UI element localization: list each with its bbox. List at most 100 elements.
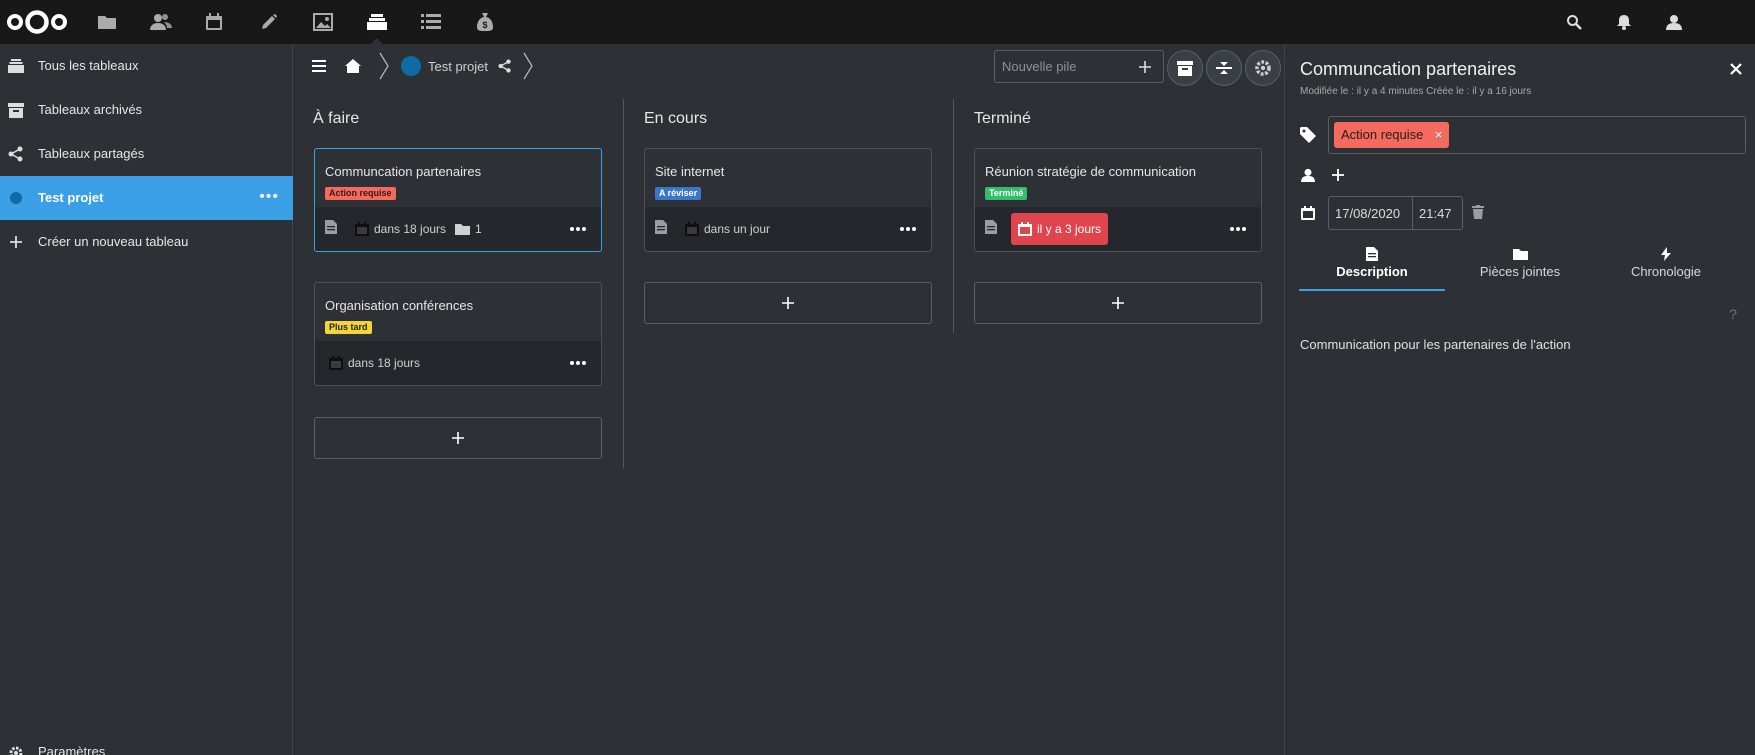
close-icon[interactable] [1725, 58, 1747, 80]
card-more-options-icon[interactable] [569, 220, 587, 238]
gear-icon [7, 744, 25, 755]
nav-item-label: Tableaux archivés [38, 102, 143, 117]
card-detail-title[interactable]: Communcation partenaires [1300, 59, 1516, 80]
card-label: Terminé [985, 187, 1028, 200]
due-date: dans un jour [685, 222, 770, 236]
board-settings-button[interactable] [1245, 50, 1281, 86]
breadcrumb-board-title[interactable]: Test projet [428, 59, 488, 74]
user-menu-icon[interactable] [1660, 8, 1688, 36]
add-assignee-plus-icon[interactable] [1328, 165, 1348, 185]
tab-attachments[interactable]: Pièces jointes [1447, 246, 1593, 284]
due-date-text: dans 18 jours [374, 222, 447, 236]
files-icon[interactable] [93, 8, 121, 36]
calendar-icon[interactable] [200, 8, 228, 36]
nav-item-create-board[interactable]: Créer un nouveau tableau [0, 220, 293, 264]
tab-description[interactable]: Description [1299, 246, 1445, 291]
stack-title[interactable]: Terminé [974, 110, 1031, 128]
card-more-options-icon[interactable] [1229, 220, 1247, 238]
new-stack-field [994, 50, 1164, 83]
description-icon [655, 220, 667, 234]
archive-icon [1177, 60, 1193, 76]
tab-timeline[interactable]: Chronologie [1593, 246, 1739, 284]
tags-select[interactable]: Action requise × [1328, 116, 1746, 154]
due-date-text: dans un jour [704, 222, 771, 236]
calendar-icon [685, 222, 699, 236]
add-stack-plus-icon[interactable] [1135, 57, 1155, 77]
left-navigation: Tous les tableaux Tableaux archivés Tabl… [0, 44, 293, 755]
money-icon[interactable]: $ [471, 8, 499, 36]
due-time-input[interactable] [1413, 196, 1463, 230]
card-organisation-conferences[interactable]: Organisation conférences Plus tard dans … [314, 282, 602, 386]
nav-settings[interactable]: Paramètres [0, 740, 293, 755]
card-reunion-strategie[interactable]: Réunion stratégie de communication Termi… [974, 148, 1262, 252]
card-footer: il y a 3 jours [975, 207, 1261, 251]
tab-label: Description [1336, 264, 1408, 279]
nav-item-label: Créer un nouveau tableau [38, 234, 189, 249]
card-more-options-icon[interactable] [569, 354, 587, 372]
svg-text:$: $ [482, 20, 487, 30]
deck-icon[interactable] [363, 8, 391, 44]
nav-item-all-boards[interactable]: Tous les tableaux [0, 44, 293, 88]
notifications-bell-icon[interactable] [1610, 8, 1638, 36]
archive-icon [7, 101, 25, 119]
trash-icon[interactable] [1468, 202, 1488, 222]
calendar-icon [1018, 222, 1032, 236]
breadcrumb-separator-icon [520, 50, 536, 82]
plus-icon [7, 233, 25, 251]
stack-title[interactable]: À faire [313, 110, 359, 128]
card-footer: dans 18 jours [315, 341, 601, 385]
add-card-button[interactable] [314, 417, 602, 459]
nav-item-test-projet[interactable]: Test projet ••• [0, 176, 293, 220]
add-card-button[interactable] [974, 282, 1262, 324]
new-stack-input[interactable] [995, 51, 1125, 82]
card-more-options-icon[interactable] [899, 220, 917, 238]
plus-icon [781, 296, 795, 310]
card-details-sidebar: Communcation partenaires Modifiée le : i… [1284, 44, 1755, 755]
markdown-help-icon[interactable]: ? [1729, 306, 1737, 322]
settings-label: Paramètres [38, 744, 106, 755]
overdue-due-date-badge: il y a 3 jours [1011, 213, 1109, 245]
contacts-icon[interactable] [147, 8, 175, 36]
card-communcation-partenaires[interactable]: Communcation partenaires Action requise … [314, 148, 602, 252]
archive-button[interactable] [1167, 50, 1203, 86]
hamburger-menu-icon[interactable] [308, 55, 330, 77]
due-date-input[interactable] [1328, 196, 1413, 230]
tab-label: Pièces jointes [1479, 264, 1561, 279]
card-title: Organisation conférences [325, 298, 474, 313]
nav-item-label: Test projet [38, 190, 104, 205]
calendar-icon [329, 356, 343, 370]
board-toolbar: Test projet [294, 44, 1284, 88]
home-icon[interactable] [342, 55, 364, 77]
card-detail-timestamps: Modifiée le : il y a 4 minutes Créée le … [1300, 86, 1532, 97]
nextcloud-logo-icon[interactable] [6, 6, 68, 38]
card-title: Site internet [655, 164, 725, 179]
nav-item-shared-boards[interactable]: Tableaux partagés [0, 132, 293, 176]
board-color-dot-icon [400, 55, 422, 77]
share-icon [7, 145, 25, 163]
board-color-dot-icon [7, 189, 25, 207]
due-date: dans 18 jours [329, 356, 420, 370]
photos-icon[interactable] [309, 8, 337, 36]
collapse-button[interactable] [1206, 50, 1242, 86]
card-label: Plus tard [325, 321, 372, 334]
remove-tag-icon[interactable]: × [1435, 122, 1443, 148]
description-icon [985, 220, 997, 234]
calendar-icon [1299, 204, 1317, 222]
nav-item-label: Tous les tableaux [38, 58, 139, 73]
add-card-button[interactable] [644, 282, 932, 324]
tab-label: Chronologie [1630, 264, 1702, 279]
folder-icon [1512, 246, 1528, 262]
nav-item-archived-boards[interactable]: Tableaux archivés [0, 88, 293, 132]
tasks-icon[interactable] [417, 8, 445, 36]
description-icon [325, 220, 337, 234]
card-description-text[interactable]: Communication pour les partenaires de l'… [1300, 337, 1571, 352]
search-icon[interactable] [1560, 8, 1588, 36]
share-icon[interactable] [494, 55, 516, 77]
user-icon [1299, 166, 1317, 184]
stack-title[interactable]: En cours [644, 110, 707, 128]
notes-icon[interactable] [255, 8, 283, 36]
more-options-icon[interactable]: ••• [259, 188, 279, 206]
plus-icon [1111, 296, 1125, 310]
card-site-internet[interactable]: Site internet A réviser dans un jour [644, 148, 932, 252]
stack-divider [623, 99, 624, 468]
